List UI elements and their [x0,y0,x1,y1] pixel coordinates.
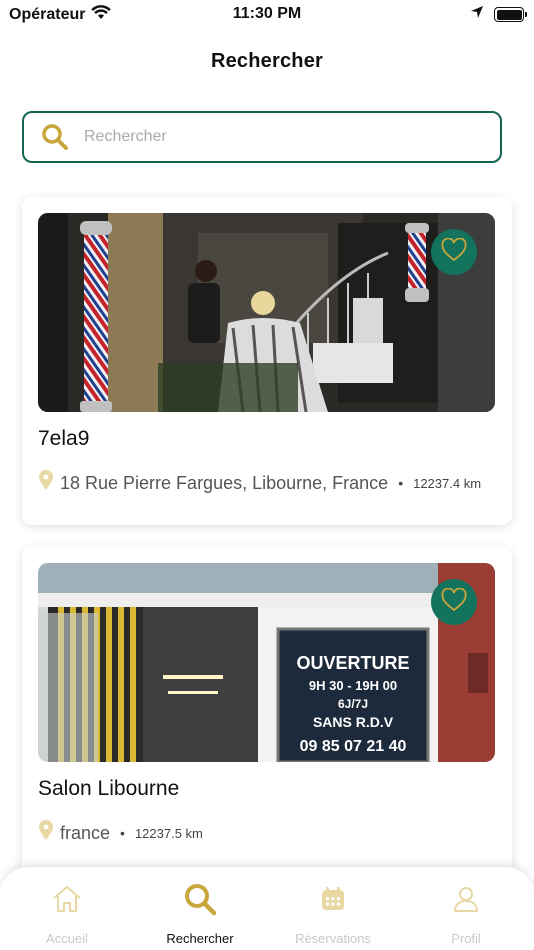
location-arrow-icon [470,5,484,24]
search-input[interactable] [84,128,464,146]
barbershop-photo [38,213,495,412]
battery-icon [494,7,527,22]
page-title: Rechercher [210,50,324,72]
bottom-tab-bar: Accueil Rechercher Réservations Profil [0,866,534,950]
salon-card[interactable]: 7ela9 18 Rue Pierre Fargues, Libourne, F… [22,197,512,525]
salon-location: france • 12237.5 km [38,820,203,846]
salon-address: 18 Rue Pierre Fargues, Libourne, France [60,472,389,493]
storefront-photo: OUVERTURE 9H 30 - 19H 00 6J/7J SANS R.D.… [38,563,495,762]
tab-reservations[interactable]: Réservations [268,881,398,946]
salon-distance: 12237.5 km [134,825,203,841]
tab-label: Accueil [46,931,88,946]
calendar-icon [268,881,398,917]
sign-title: OUVERTURE [296,653,409,673]
sign-phone: 09 85 07 21 40 [300,738,407,755]
salon-address: france [60,822,111,843]
tab-label: Rechercher [166,931,234,946]
location-pin-icon [38,820,54,846]
search-icon [135,881,265,917]
tab-label: Profil [451,931,481,946]
separator-dot: • [398,475,404,491]
tab-profile[interactable]: Profil [401,881,531,946]
clock: 11:30 PM [232,5,302,22]
status-bar: Opérateur 11:30 PM [0,0,534,30]
tab-label: Réservations [295,931,371,946]
search-bar[interactable] [22,111,502,163]
salon-location: 18 Rue Pierre Fargues, Libourne, France … [38,470,481,496]
favorite-button[interactable] [431,579,477,625]
sign-days: 6J/7J [338,697,368,711]
favorite-button[interactable] [431,229,477,275]
sign-appointment: SANS R.D.V [313,714,394,730]
salon-name[interactable]: 7ela9 [38,427,89,451]
salon-photo[interactable] [38,213,495,412]
sign-hours: 9H 30 - 19H 00 [309,678,397,693]
location-pin-icon [38,470,54,496]
salon-distance: 12237.4 km [413,475,482,491]
salon-name[interactable]: Salon Libourne [38,777,179,801]
salon-photo[interactable]: OUVERTURE 9H 30 - 19H 00 6J/7J SANS R.D.… [38,563,495,762]
salon-card[interactable]: OUVERTURE 9H 30 - 19H 00 6J/7J SANS R.D.… [22,547,512,877]
heart-icon [441,586,467,617]
tab-search[interactable]: Rechercher [135,881,265,946]
user-icon [401,881,531,917]
search-icon [40,122,70,152]
home-icon [2,881,132,917]
heart-icon [441,236,467,267]
separator-dot: • [120,825,125,841]
tab-home[interactable]: Accueil [2,881,132,946]
